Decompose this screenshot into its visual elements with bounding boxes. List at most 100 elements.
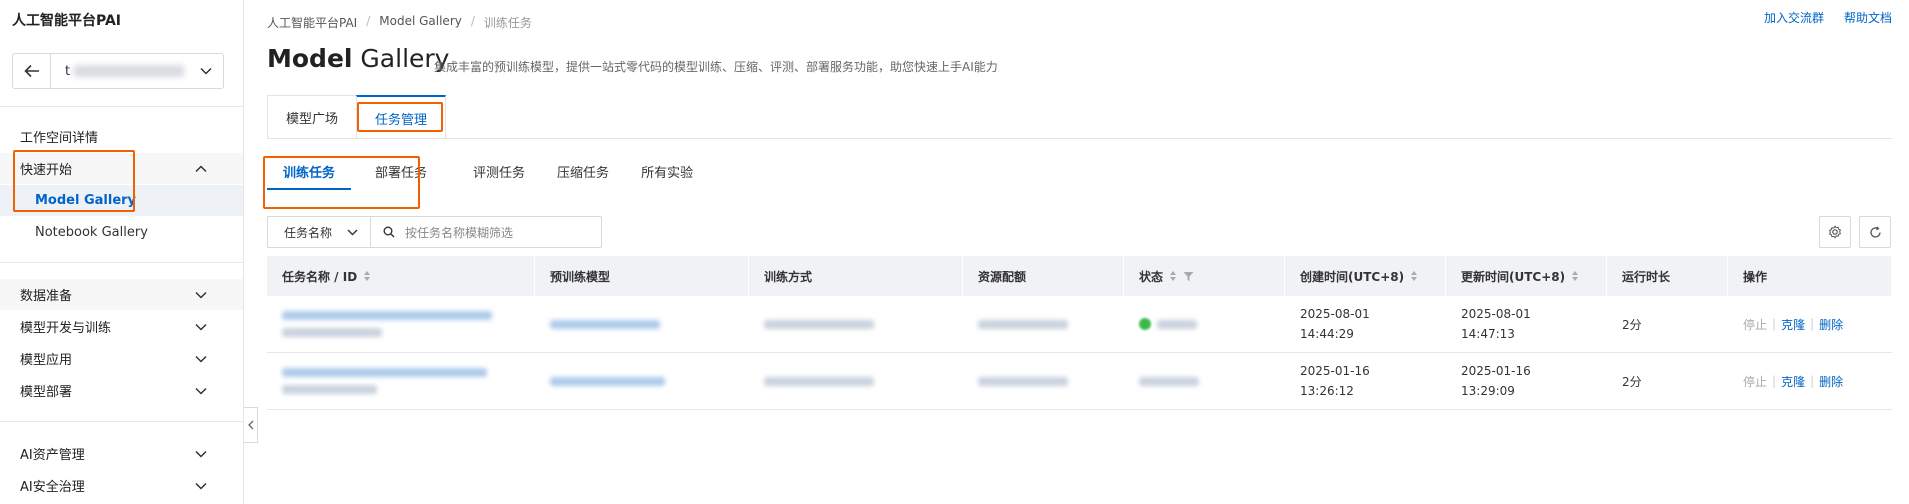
- sidebar-group-quick-start[interactable]: 快速开始: [0, 153, 243, 184]
- sidebar-item-label: AI资产管理: [20, 448, 85, 463]
- pretrained-model-cell[interactable]: [535, 353, 749, 409]
- delete-button[interactable]: 删除: [1819, 373, 1843, 390]
- app-title: 人工智能平台PAI: [12, 13, 122, 29]
- sidebar-item-label: 模型部署: [20, 385, 73, 400]
- pretrained-model-cell[interactable]: [535, 296, 749, 352]
- training-method-cell: [749, 353, 963, 409]
- tab-eval-tasks[interactable]: 评测任务: [443, 160, 541, 190]
- column-header-label: 资源配额: [978, 269, 1027, 284]
- column-header-actions: 操作: [1728, 256, 1892, 296]
- search-input[interactable]: 按任务名称模糊筛选: [371, 217, 601, 247]
- tabs-divider: [267, 138, 1892, 139]
- filter-icon[interactable]: [1183, 271, 1194, 282]
- breadcrumb-item-pai[interactable]: 人工智能平台PAI: [267, 14, 357, 31]
- chevron-down-icon: [195, 323, 207, 331]
- refresh-button[interactable]: [1859, 216, 1891, 248]
- breadcrumb-item-model-gallery[interactable]: Model Gallery: [379, 14, 462, 31]
- sidebar-group-data-prep[interactable]: 数据准备: [0, 279, 243, 310]
- breadcrumb-separator: /: [366, 14, 371, 28]
- column-header-training-method: 训练方式: [749, 256, 963, 296]
- tab-all-experiments[interactable]: 所有实验: [625, 160, 709, 190]
- column-header-task-name[interactable]: 任务名称 / ID: [267, 256, 535, 296]
- created-clock: 14:44:29: [1300, 327, 1354, 341]
- status-cell: [1124, 296, 1285, 352]
- column-header-pretrained-model: 预训练模型: [535, 256, 749, 296]
- task-name-cell[interactable]: [267, 296, 535, 352]
- sort-icon[interactable]: [363, 270, 371, 282]
- breadcrumb-separator: /: [470, 14, 475, 28]
- sort-icon[interactable]: [1571, 270, 1579, 282]
- settings-button[interactable]: [1819, 216, 1851, 248]
- sidebar-divider: [0, 262, 243, 263]
- clone-button[interactable]: 克隆: [1781, 316, 1805, 333]
- created-time-cell: 2025-08-01 14:44:29: [1285, 296, 1446, 352]
- updated-date: 2025-08-01: [1461, 307, 1531, 321]
- stop-button[interactable]: 停止: [1743, 373, 1767, 390]
- sidebar-group-ai-security[interactable]: AI安全治理: [0, 470, 243, 501]
- help-docs-link[interactable]: 帮助文档: [1844, 9, 1892, 26]
- action-separator: |: [1772, 317, 1777, 331]
- sidebar-group-model-deploy[interactable]: 模型部署: [0, 375, 243, 406]
- created-date: 2025-01-16: [1300, 364, 1370, 378]
- sidebar-group-ai-assets[interactable]: AI资产管理: [0, 438, 243, 469]
- sidebar-item-notebook-gallery[interactable]: Notebook Gallery: [0, 217, 243, 248]
- sidebar-item-label: Notebook Gallery: [35, 225, 148, 240]
- sidebar-divider: [0, 106, 243, 107]
- column-header-status[interactable]: 状态: [1124, 256, 1285, 296]
- table-row: 2025-01-16 13:26:12 2025-01-16 13:29:09 …: [267, 353, 1892, 410]
- sidebar-item-label: Model Gallery: [35, 193, 137, 208]
- search-placeholder: 按任务名称模糊筛选: [405, 225, 514, 240]
- sidebar: 人工智能平台PAI t 工作空间详情 快速开始 Model Gallery No…: [0, 0, 244, 504]
- delete-button[interactable]: 删除: [1819, 316, 1843, 333]
- column-header-updated-time[interactable]: 更新时间(UTC+8): [1446, 256, 1607, 296]
- updated-time-cell: 2025-01-16 13:29:09: [1446, 353, 1607, 409]
- actions-cell: 停止 | 克隆 | 删除: [1728, 353, 1892, 409]
- column-header-label: 训练方式: [764, 269, 813, 284]
- join-group-link[interactable]: 加入交流群: [1764, 9, 1824, 26]
- column-header-label: 更新时间(UTC+8): [1461, 269, 1566, 284]
- tab-training-tasks[interactable]: 训练任务: [267, 160, 352, 190]
- sidebar-divider: [0, 421, 243, 422]
- column-header-duration: 运行时长: [1607, 256, 1728, 296]
- tab-task-management[interactable]: 任务管理: [356, 95, 446, 139]
- updated-date: 2025-01-16: [1461, 364, 1531, 378]
- stop-button[interactable]: 停止: [1743, 316, 1767, 333]
- table-row: 2025-08-01 14:44:29 2025-08-01 14:47:13 …: [267, 296, 1892, 353]
- sidebar-group-model-dev[interactable]: 模型开发与训练: [0, 311, 243, 342]
- resource-quota-cell: [963, 296, 1124, 352]
- resource-quota-cell: [963, 353, 1124, 409]
- sort-icon[interactable]: [1410, 270, 1418, 282]
- tab-deploy-tasks[interactable]: 部署任务: [351, 160, 443, 190]
- sidebar-collapse-button[interactable]: [244, 407, 258, 443]
- created-date: 2025-08-01: [1300, 307, 1370, 321]
- page-title-bold: Model: [267, 44, 353, 73]
- table-header: 任务名称 / ID 预训练模型 训练方式 资源配额 状态 创建时间(UTC+8)…: [267, 256, 1892, 296]
- tab-model-square[interactable]: 模型广场: [267, 95, 357, 139]
- sidebar-item-workspace-details[interactable]: 工作空间详情: [0, 121, 243, 152]
- chevron-down-icon[interactable]: [189, 67, 223, 75]
- task-name-cell[interactable]: [267, 353, 535, 409]
- sidebar-group-model-app[interactable]: 模型应用: [0, 343, 243, 374]
- column-header-created-time[interactable]: 创建时间(UTC+8): [1285, 256, 1446, 296]
- chevron-up-icon: [195, 164, 207, 172]
- workspace-selector[interactable]: t: [12, 53, 224, 89]
- filter-field-value: 任务名称: [284, 225, 333, 240]
- filter-bar: 任务名称 按任务名称模糊筛选: [267, 216, 602, 248]
- page-title: Model Gallery: [267, 44, 449, 73]
- sort-icon[interactable]: [1169, 270, 1177, 282]
- sidebar-item-label: 模型应用: [20, 353, 73, 368]
- column-header-label: 任务名称 / ID: [282, 269, 358, 284]
- column-header-label: 状态: [1139, 269, 1164, 284]
- tab-compress-tasks[interactable]: 压缩任务: [541, 160, 625, 190]
- back-arrow-icon[interactable]: [13, 54, 51, 88]
- sidebar-item-model-gallery[interactable]: Model Gallery: [0, 185, 243, 216]
- duration-cell: 2分: [1622, 374, 1642, 389]
- chevron-down-icon: [195, 450, 207, 458]
- updated-clock: 14:47:13: [1461, 327, 1515, 341]
- page-description: 集成丰富的预训练模型，提供一站式零代码的模型训练、压缩、评测、部署服务功能，助您…: [434, 60, 998, 74]
- chevron-down-icon: [195, 355, 207, 363]
- filter-field-select[interactable]: 任务名称: [268, 217, 371, 247]
- clone-button[interactable]: 克隆: [1781, 373, 1805, 390]
- workspace-name: t: [51, 64, 189, 79]
- sidebar-item-label: 模型开发与训练: [20, 321, 112, 336]
